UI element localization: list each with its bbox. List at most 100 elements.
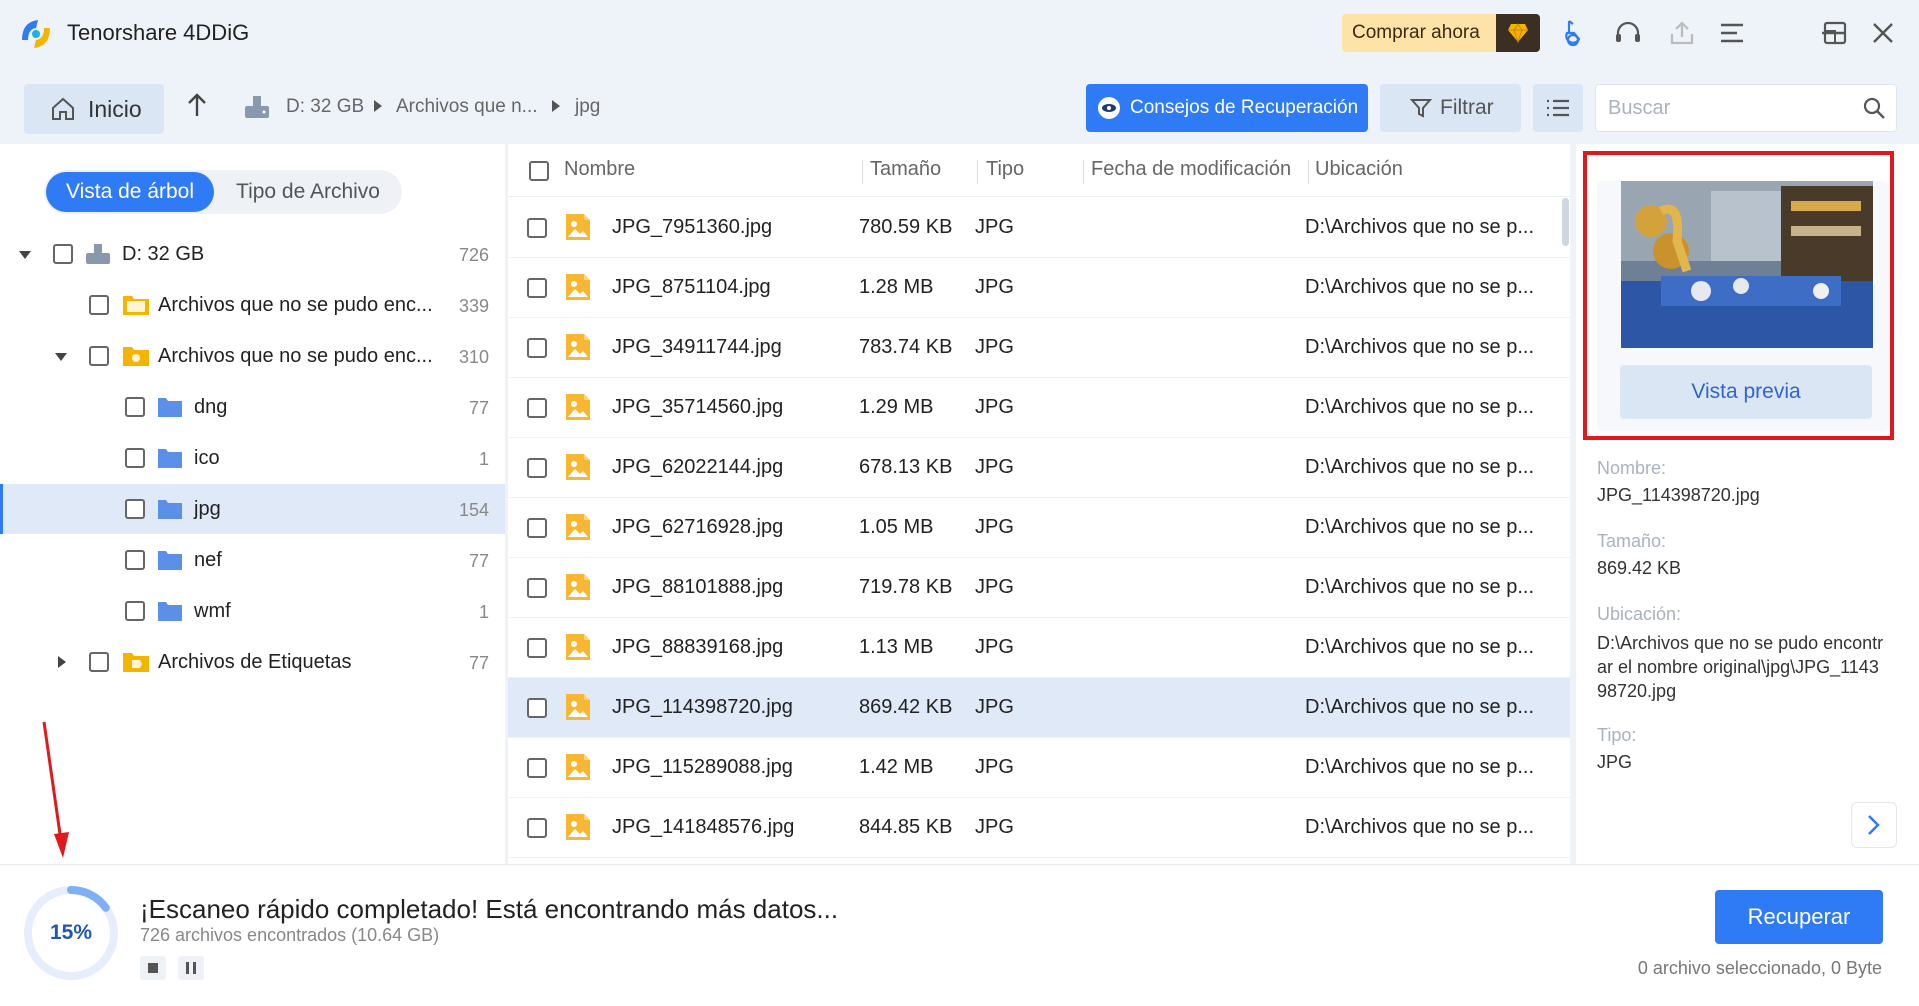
folder-icon	[158, 602, 182, 621]
file-type: JPG	[975, 396, 1014, 418]
folder-icon	[158, 551, 182, 570]
tree-item-label: wmf	[194, 600, 231, 622]
tree-item-folder[interactable]: Archivos que no se pudo enc... 310	[0, 331, 505, 381]
scan-status-title: ¡Escaneo rápido completado! Está encontr…	[140, 894, 839, 924]
table-row[interactable]: JPG_88101888.jpg 719.78 KB JPG D:\Archivos …	[508, 558, 1570, 618]
table-row[interactable]: JPG_34911744.jpg 783.74 KB JPG D:\Archivos …	[508, 318, 1570, 378]
filter-button[interactable]: Filtrar	[1380, 84, 1521, 132]
home-button[interactable]: Inicio	[24, 84, 164, 134]
file-name: JPG_88101888.jpg	[612, 576, 784, 598]
meta-type-value: JPG	[1597, 752, 1633, 772]
tree-checkbox[interactable]	[89, 652, 109, 672]
pause-button[interactable]	[178, 956, 204, 980]
expand-icon[interactable]	[58, 656, 66, 668]
tree-checkbox[interactable]	[125, 448, 145, 468]
tree-item-count: 339	[458, 296, 489, 316]
headset-icon[interactable]	[1611, 16, 1645, 50]
recovery-tips-button[interactable]: Consejos de Recuperación	[1086, 84, 1368, 132]
table-row[interactable]: JPG_35714560.jpg 1.29 MB JPG D:\Archivos qu…	[508, 378, 1570, 438]
table-row[interactable]: JPG_115289088.jpg 1.42 MB JPG D:\Archivos q…	[508, 738, 1570, 798]
collapse-icon[interactable]	[55, 353, 67, 361]
tree-item-label: D: 32 GB	[122, 243, 205, 265]
tree-checkbox[interactable]	[125, 550, 145, 570]
tree-checkbox[interactable]	[89, 295, 109, 315]
image-file-icon	[566, 754, 590, 780]
column-header-size[interactable]: Tamaño	[870, 158, 941, 181]
collapse-icon[interactable]	[19, 251, 31, 259]
tree-item-tags[interactable]: Archivos de Etiquetas 77	[0, 637, 505, 687]
tree-checkbox[interactable]	[89, 346, 109, 366]
table-row[interactable]: JPG_88839168.jpg 1.13 MB JPG D:\Archivos qu…	[508, 618, 1570, 678]
file-name: JPG_35714560.jpg	[612, 396, 784, 418]
selection-info: 0 archivo seleccionado, 0 Byte	[1637, 958, 1882, 978]
select-all-checkbox[interactable]	[529, 161, 549, 181]
row-checkbox[interactable]	[527, 518, 547, 538]
tree-item-folder[interactable]: wmf 1	[0, 586, 505, 636]
row-checkbox[interactable]	[527, 458, 547, 478]
maximize-icon[interactable]	[1818, 16, 1852, 50]
row-checkbox[interactable]	[527, 278, 547, 298]
tree-item-folder[interactable]: dng 77	[0, 382, 505, 432]
up-arrow-icon[interactable]	[186, 92, 216, 126]
upload-icon[interactable]	[1665, 16, 1699, 50]
pause-icon	[186, 962, 196, 974]
table-row[interactable]: JPG_141848576.jpg 844.85 KB JPG D:\Archivos…	[508, 798, 1570, 858]
row-checkbox[interactable]	[527, 338, 547, 358]
tab-file-type[interactable]: Tipo de Archivo	[216, 172, 400, 212]
image-file-icon	[566, 574, 590, 600]
meta-type-label: Tipo:	[1597, 725, 1637, 745]
breadcrumb-current[interactable]: jpg	[575, 96, 600, 118]
list-view-button[interactable]	[1533, 84, 1583, 132]
table-row[interactable]: JPG_8751104.jpg 1.28 MB JPG D:\Archivos que…	[508, 258, 1570, 318]
eye-icon	[1098, 97, 1120, 119]
column-header-date[interactable]: Fecha de modificación	[1091, 158, 1291, 181]
scrollbar-thumb[interactable]	[1562, 198, 1569, 246]
breadcrumb-separator-icon	[374, 100, 382, 112]
row-checkbox[interactable]	[527, 578, 547, 598]
tree-item-drive[interactable]: D: 32 GB 726	[0, 229, 505, 279]
search-icon[interactable]	[1862, 96, 1886, 120]
breadcrumb-folder[interactable]: Archivos que n...	[396, 96, 538, 118]
app-window: Tenorshare 4DDiG Comprar ahora Inicio D:…	[0, 0, 1919, 1006]
row-checkbox[interactable]	[527, 398, 547, 418]
menu-icon[interactable]	[1715, 16, 1749, 50]
file-type: JPG	[975, 336, 1014, 358]
tree-item-folder[interactable]: nef 77	[0, 535, 505, 585]
row-checkbox[interactable]	[527, 758, 547, 778]
breadcrumb-drive[interactable]: D: 32 GB	[286, 96, 364, 118]
column-header-name[interactable]: Nombre	[564, 158, 635, 181]
stop-button[interactable]	[140, 956, 166, 980]
tree-checkbox[interactable]	[125, 397, 145, 417]
column-header-type[interactable]: Tipo	[986, 158, 1024, 181]
recover-button[interactable]: Recuperar	[1715, 890, 1883, 944]
home-label: Inicio	[88, 95, 142, 122]
tree-checkbox[interactable]	[125, 601, 145, 621]
table-row[interactable]: JPG_62022144.jpg 678.13 KB JPG D:\Archivos …	[508, 438, 1570, 498]
buy-now-button[interactable]: Comprar ahora	[1342, 14, 1540, 52]
key-icon[interactable]	[1557, 16, 1591, 50]
tab-tree-view[interactable]: Vista de árbol	[46, 172, 214, 212]
row-checkbox[interactable]	[527, 218, 547, 238]
file-size: 678.13 KB	[859, 456, 953, 478]
tree-item-folder[interactable]: Archivos que no se pudo enc... 339	[0, 280, 505, 330]
file-size: 1.29 MB	[859, 396, 934, 418]
table-row[interactable]: JPG_62716928.jpg 1.05 MB JPG D:\Archivos qu…	[508, 498, 1570, 558]
close-icon[interactable]	[1866, 16, 1900, 50]
breadcrumb-separator-icon	[552, 100, 560, 112]
tree-checkbox[interactable]	[125, 499, 145, 519]
file-name: JPG_34911744.jpg	[612, 336, 782, 358]
column-header-location[interactable]: Ubicación	[1315, 158, 1403, 181]
file-type: JPG	[975, 696, 1014, 718]
next-button[interactable]	[1851, 802, 1897, 848]
row-checkbox[interactable]	[527, 698, 547, 718]
table-row[interactable]: JPG_7951360.jpg 780.59 KB JPG D:\Archivos q…	[508, 198, 1570, 258]
tree-item-folder[interactable]: ico 1	[0, 433, 505, 483]
table-row[interactable]: JPG_114398720.jpg 869.42 KB JPG D:\Archivos…	[508, 678, 1570, 738]
row-checkbox[interactable]	[527, 638, 547, 658]
image-file-icon	[566, 214, 590, 240]
row-checkbox[interactable]	[527, 818, 547, 838]
search-input[interactable]	[1608, 96, 1848, 120]
tree-item-folder-selected[interactable]: jpg 154	[0, 484, 505, 534]
file-type: JPG	[975, 516, 1014, 538]
tree-checkbox[interactable]	[53, 244, 73, 264]
